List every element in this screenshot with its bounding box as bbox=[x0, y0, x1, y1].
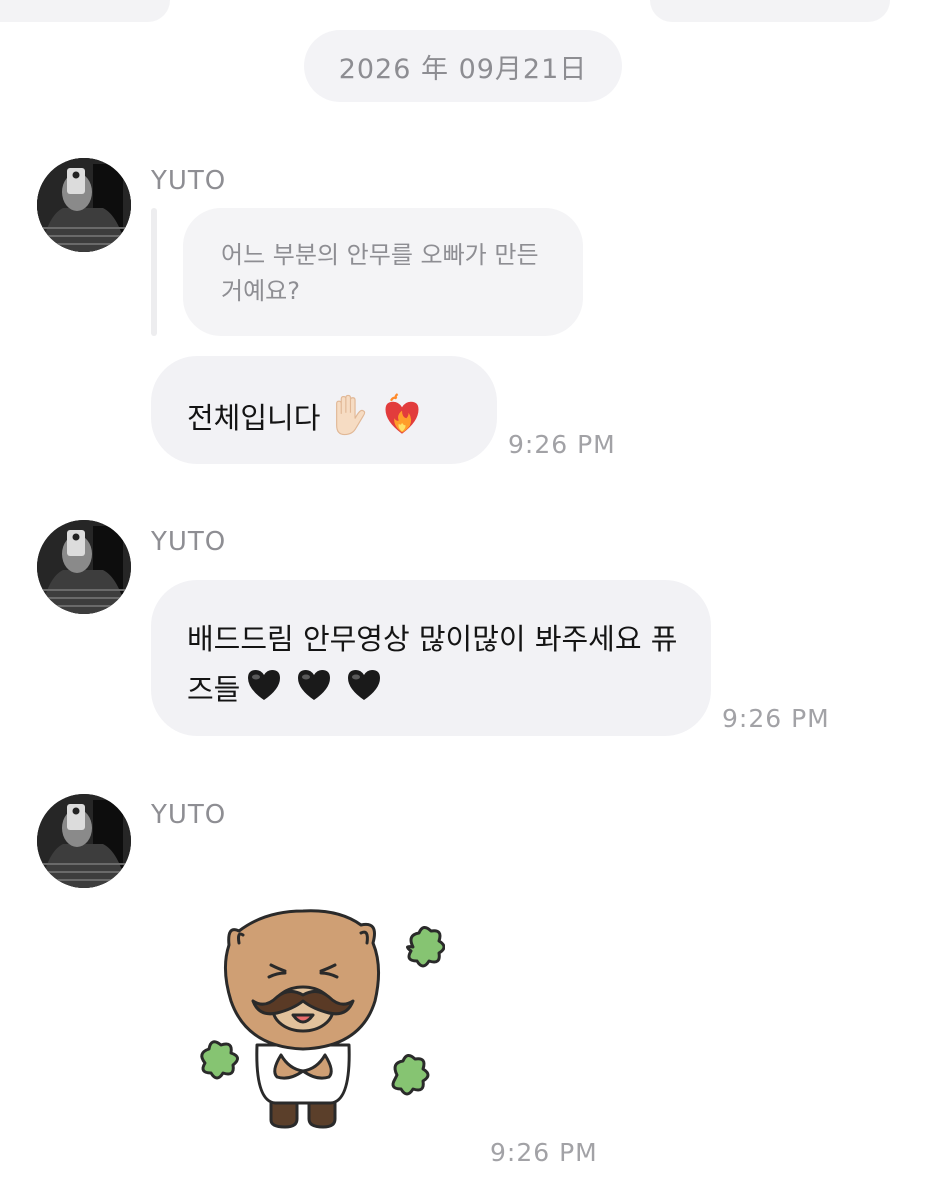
message-timestamp: 9:26 PM bbox=[722, 704, 830, 733]
message-timestamp: 9:26 PM bbox=[490, 1138, 598, 1167]
quoted-message-text: 어느 부분의 안무를 오빠가 만든 거예요? bbox=[221, 241, 539, 305]
message-text: 전체입니다 bbox=[187, 401, 321, 435]
avatar[interactable] bbox=[37, 794, 131, 888]
black-heart-emoji bbox=[244, 664, 284, 719]
quoted-message-bubble[interactable]: 어느 부분의 안무를 오빠가 만든 거예요? bbox=[183, 208, 583, 336]
top-edge-shadow-right bbox=[650, 0, 890, 22]
top-edge-shadow-left bbox=[0, 0, 170, 22]
reply-quote-bar bbox=[151, 208, 157, 336]
sender-name: YUTO bbox=[151, 800, 227, 830]
sender-name: YUTO bbox=[151, 527, 227, 557]
avatar[interactable] bbox=[37, 520, 131, 614]
message-bubble[interactable]: 배드드림 안무영상 많이많이 봐주세요 퓨즈들 bbox=[151, 580, 711, 736]
bear-with-mustache-sticker[interactable] bbox=[185, 905, 446, 1135]
message-bubble[interactable]: 전체입니다 bbox=[151, 356, 497, 464]
black-heart-emoji bbox=[294, 664, 334, 719]
heart-on-fire-emoji bbox=[380, 393, 424, 447]
sender-name: YUTO bbox=[151, 166, 227, 196]
raised-hand-emoji bbox=[324, 392, 370, 448]
date-separator: 2026 年 09月21日 bbox=[304, 30, 622, 102]
message-timestamp: 9:26 PM bbox=[508, 430, 616, 459]
avatar[interactable] bbox=[37, 158, 131, 252]
black-heart-emoji bbox=[344, 664, 384, 719]
